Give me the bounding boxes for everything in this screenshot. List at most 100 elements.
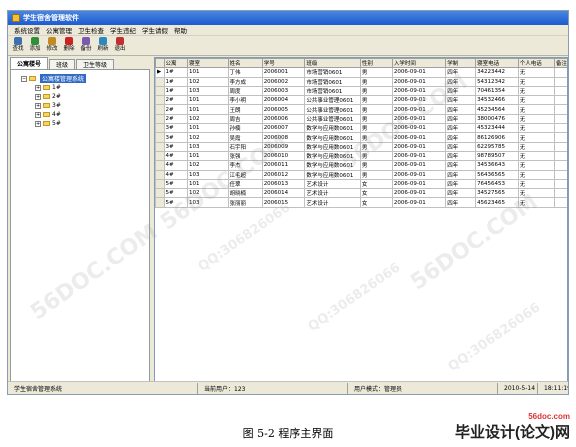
table-cell[interactable]: 无 [517,85,556,97]
table-cell[interactable]: 2006-09-01 [391,113,447,125]
table-cell[interactable]: 公共事业管理0601 [304,113,361,125]
table-row[interactable]: 2# 102 周吉 2006006 公共事业管理0601 男 2006-09-01 四年 380… [155,113,567,125]
row-header[interactable] [155,113,165,125]
column-header[interactable]: 寝室电话 [475,58,519,69]
table-cell[interactable]: 2006010 [261,150,306,162]
table-cell[interactable]: 2006011 [261,160,306,171]
table-cell[interactable]: 2006015 [261,197,306,208]
table-cell[interactable]: 1# [163,85,189,97]
row-header[interactable] [155,178,165,190]
table-cell[interactable]: 无 [517,141,556,152]
left-tab[interactable]: 卫生等级 [76,59,115,69]
row-header[interactable] [155,95,165,106]
table-cell[interactable]: 丁伟 [227,67,263,78]
table-cell[interactable]: 2006007 [261,123,306,134]
table-cell[interactable]: 5# [163,197,189,208]
toolbar-button-4[interactable]: 删除 [61,37,77,55]
table-cell[interactable]: 无 [517,67,556,78]
row-header[interactable] [155,104,165,115]
table-cell[interactable]: 四年 [445,104,477,115]
table-cell[interactable]: 数学与应用数0601 [304,123,361,134]
table-cell[interactable]: 数学与应用数0601 [304,169,361,180]
table-cell[interactable]: 吴霞 [227,132,263,143]
table-cell[interactable] [554,67,567,78]
row-header[interactable] [155,85,165,97]
table-cell[interactable]: 86126906 [475,132,519,143]
table-cell[interactable]: 103 [187,169,229,180]
column-header[interactable]: 个人电话 [517,58,556,69]
table-row[interactable]: 1# 102 李方成 2006002 市场营销0601 男 2006-09-01 四年 5431… [155,76,567,87]
table-row[interactable]: 3# 102 吴霞 2006008 数学与应用数0601 男 2006-09-01 四年 861… [155,132,567,143]
table-cell[interactable]: 无 [517,169,556,180]
table-cell[interactable] [554,113,567,125]
table-cell[interactable]: 34527565 [475,188,519,199]
table-cell[interactable]: 54312342 [475,76,519,87]
table-cell[interactable]: 石宇阳 [227,141,263,152]
table-cell[interactable]: 数学与应用数0601 [304,150,361,162]
table-cell[interactable]: 男 [359,113,393,125]
row-header[interactable] [155,160,165,171]
table-cell[interactable]: 4# [163,150,189,162]
table-cell[interactable]: 江毛超 [227,169,263,180]
toolbar-button-5[interactable]: 备份 [78,37,94,55]
table-cell[interactable]: 周吉 [227,113,263,125]
column-header[interactable]: 学号 [261,58,306,69]
table-cell[interactable]: 2006-09-01 [391,178,447,190]
table-cell[interactable]: 2006008 [261,132,306,143]
table-cell[interactable]: 数学与应用数0601 [304,141,361,152]
table-cell[interactable]: 3# [163,132,189,143]
menu-item[interactable]: 学生请假 [139,25,171,35]
table-cell[interactable]: 张丽丽 [227,197,263,208]
table-cell[interactable] [554,85,567,97]
column-header[interactable]: 备注 [554,58,567,69]
table-cell[interactable]: 2006-09-01 [391,150,447,162]
table-row[interactable]: 2# 101 李小明 2006004 公共事业管理0601 男 2006-09-01 四年 34… [155,95,567,106]
table-cell[interactable]: 四年 [445,178,477,190]
table-cell[interactable]: 2006012 [261,169,306,180]
table-cell[interactable]: 男 [359,132,393,143]
table-cell[interactable] [554,95,567,106]
table-cell[interactable]: 张强 [227,150,263,162]
table-cell[interactable]: 市场营销0601 [304,85,361,97]
table-cell[interactable]: 男 [359,150,393,162]
table-row[interactable]: 5# 101 任翠 2006013 艺术设计女 2006-09-01 四年 76456453 无 [155,178,567,190]
table-cell[interactable]: 98789507 [475,150,519,162]
table-cell[interactable]: 无 [517,113,556,125]
table-cell[interactable]: 102 [187,132,229,143]
table-cell[interactable]: 2006-09-01 [391,76,447,87]
table-cell[interactable]: 女 [359,197,393,208]
table-cell[interactable]: 102 [187,76,229,87]
student-grid[interactable]: 公寓 寝室 姓名 学号 班级 性别 入学时间 学制 寝室电话 个人电话 备注 ▶ 1# 101 丁伟 200… [154,57,568,382]
table-cell[interactable]: 四年 [445,160,477,171]
table-cell[interactable]: 102 [187,113,229,125]
table-cell[interactable]: 2006014 [261,188,306,199]
table-cell[interactable]: 任翠 [227,178,263,190]
table-cell[interactable]: 四年 [445,113,477,125]
table-cell[interactable]: 无 [517,188,556,199]
expand-icon[interactable]: + [35,111,41,118]
table-cell[interactable]: 无 [517,123,556,134]
table-row[interactable]: 4# 103 江毛超 2006012 数学与应用数0601 男 2006-09-01 四年 56… [155,169,567,180]
table-cell[interactable]: 38000476 [475,113,519,125]
table-cell[interactable]: 四年 [445,67,477,78]
table-cell[interactable]: 孙楠 [227,123,263,134]
table-row[interactable]: 5# 103 张丽丽 2006015 艺术设计女 2006-09-01 四年 45623465… [155,197,567,208]
table-cell[interactable]: 四年 [445,197,477,208]
table-cell[interactable]: 102 [187,160,229,171]
table-cell[interactable]: 李方成 [227,76,263,87]
table-cell[interactable]: 5# [163,188,189,199]
table-cell[interactable]: 无 [517,132,556,143]
table-cell[interactable]: 王朗 [227,104,263,115]
table-cell[interactable]: 四年 [445,123,477,134]
table-cell[interactable]: 无 [517,178,556,190]
table-cell[interactable]: 2006001 [261,67,306,78]
table-cell[interactable]: 2006-09-01 [391,197,447,208]
left-tab[interactable]: 班级 [49,59,76,69]
table-cell[interactable]: 2# [163,113,189,125]
column-header[interactable]: 学制 [445,58,477,69]
table-cell[interactable]: 103 [187,85,229,97]
table-cell[interactable]: 市场营销0601 [304,67,361,78]
table-cell[interactable]: 2006-09-01 [391,85,447,97]
tree-root[interactable]: − 公寓楼管理系统 [21,74,149,83]
table-cell[interactable]: 2006-09-01 [391,160,447,171]
